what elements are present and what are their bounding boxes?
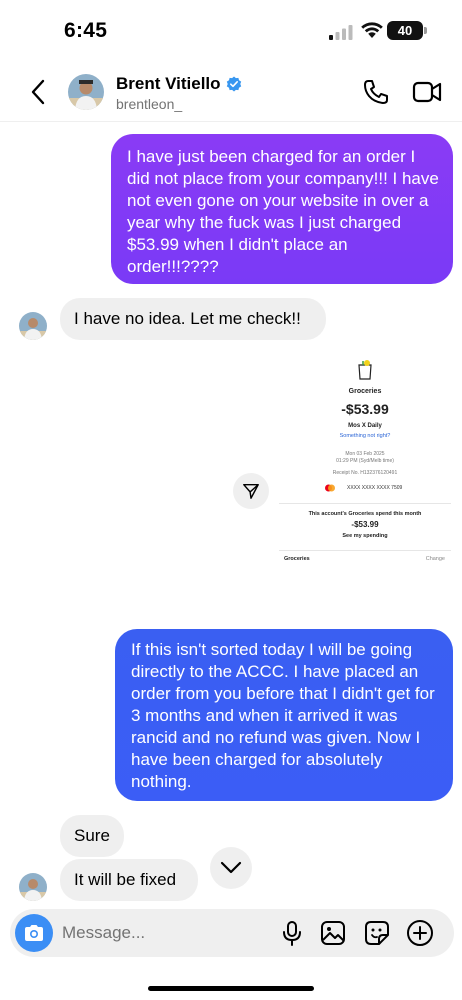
phone-call-icon[interactable]	[362, 78, 390, 106]
camera-icon	[25, 925, 43, 941]
receipt-number: Receipt No. H132376120491	[332, 470, 398, 476]
receipt-spending-link: See my spending	[342, 533, 388, 539]
receipt-card-number: XXXX XXXX XXXX 7509	[347, 485, 403, 491]
message-composer	[10, 909, 454, 957]
receipt-spend-amount: -$53.99	[351, 520, 379, 529]
receipt-category: Groceries	[348, 388, 382, 395]
battery-icon: 40	[387, 21, 427, 40]
video-call-icon[interactable]	[412, 79, 442, 105]
sender-avatar[interactable]	[19, 312, 47, 340]
grocery-bag-icon	[358, 360, 372, 380]
incoming-message[interactable]: Sure	[60, 815, 124, 857]
camera-button[interactable]	[15, 914, 53, 952]
sender-avatar[interactable]	[19, 873, 47, 901]
status-bar: 6:45 40	[0, 0, 462, 62]
add-icon[interactable]	[406, 919, 434, 947]
gallery-icon[interactable]	[320, 920, 346, 946]
contact-name[interactable]: Brent Vitiello	[116, 74, 242, 94]
incoming-message[interactable]: I have no idea. Let me check!!	[60, 298, 326, 340]
scroll-to-bottom-button[interactable]	[210, 847, 252, 889]
home-indicator	[148, 986, 314, 991]
receipt-spend-title: This account's Groceries spend this mont…	[308, 511, 422, 517]
back-button[interactable]	[28, 78, 50, 106]
receipt-footer-label: Groceries	[284, 556, 310, 562]
receipt-time: 01:29 PM (Syd/Melb time)	[336, 458, 394, 464]
receipt-footer-action: Change	[425, 556, 445, 562]
status-time: 6:45	[64, 19, 108, 42]
microphone-icon[interactable]	[281, 920, 303, 946]
sticker-icon[interactable]	[364, 920, 390, 946]
outgoing-message[interactable]: I have just been charged for an order I …	[111, 134, 453, 284]
contact-name-text: Brent Vitiello	[116, 74, 221, 93]
outgoing-message[interactable]: If this isn't sorted today I will be goi…	[115, 629, 453, 801]
chevron-down-icon	[220, 861, 242, 874]
message-input[interactable]	[62, 909, 272, 957]
receipt-amount: -$53.99	[341, 401, 389, 417]
cellular-signal-icon	[329, 25, 353, 40]
receipt-image[interactable]: Groceries -$53.99 Mos X Daily Something …	[277, 350, 453, 575]
send-icon	[243, 483, 259, 499]
receipt-merchant: Mos X Daily	[348, 423, 382, 429]
wifi-icon	[361, 22, 383, 38]
contact-avatar[interactable]	[68, 74, 104, 110]
chat-header: Brent Vitiello brentleon_	[0, 62, 462, 122]
receipt-divider	[279, 550, 451, 551]
receipt-divider	[279, 503, 451, 504]
contact-username[interactable]: brentleon_	[116, 96, 182, 112]
mastercard-icon	[325, 484, 335, 492]
share-button[interactable]	[233, 473, 269, 509]
receipt-date: Mon 03 Feb 2025	[345, 451, 385, 457]
incoming-message[interactable]: It will be fixed	[60, 859, 198, 901]
verified-badge-icon	[226, 76, 241, 92]
receipt-help-link: Something not right?	[339, 433, 391, 439]
